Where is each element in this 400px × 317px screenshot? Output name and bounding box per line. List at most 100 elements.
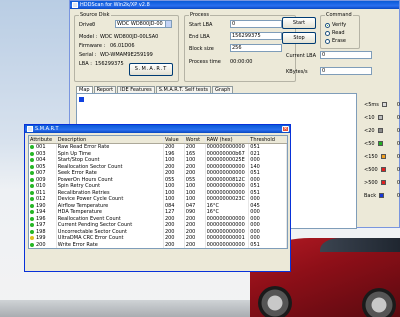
radio-icon bbox=[325, 38, 330, 44]
model-value: WDC WD800JD-00LSA0 bbox=[100, 34, 159, 40]
status-dot-icon bbox=[30, 184, 34, 189]
legend-row: <50 0 bbox=[364, 140, 400, 147]
legend-swatch bbox=[380, 167, 386, 172]
legend-label: <20 bbox=[364, 127, 375, 134]
column-header-threshold[interactable]: Threshold bbox=[249, 136, 287, 143]
threshold-cell: 051 bbox=[249, 241, 287, 248]
status-dot-icon bbox=[30, 190, 34, 195]
car-wheel bbox=[258, 286, 292, 317]
close-icon[interactable]: ✕ bbox=[282, 126, 289, 132]
process-group: Process Start LBA 0 End LBA 156299375 Bl… bbox=[184, 12, 296, 82]
worst-cell: 200 bbox=[185, 241, 206, 248]
status-dot-icon bbox=[30, 229, 34, 234]
block-size-input[interactable]: 256 bbox=[230, 44, 282, 52]
firmware-value: 06.01D06 bbox=[110, 43, 135, 49]
legend-label: Back bbox=[364, 192, 377, 199]
tab-smart-self-tests[interactable]: S.M.A.R.T. Self tests bbox=[155, 86, 212, 93]
stop-button[interactable]: Stop bbox=[282, 32, 316, 44]
serial-value: WD-WMAM9E259199 bbox=[100, 52, 153, 58]
legend-label: <500 bbox=[364, 166, 378, 173]
smart-button[interactable]: S.M.A.R.T bbox=[129, 63, 173, 76]
model-label: Model : bbox=[79, 34, 98, 40]
table-row[interactable]: 200 Write Error Rate 200 200 000000000000 051 bbox=[29, 241, 287, 248]
radio-selected-icon bbox=[325, 22, 330, 28]
legend-swatch bbox=[380, 180, 386, 185]
value-cell: 200 bbox=[164, 241, 185, 248]
end-lba-input[interactable]: 156299375 bbox=[230, 32, 282, 40]
process-time-label: Process time bbox=[189, 59, 221, 65]
verify-radio-label: Verify bbox=[332, 22, 347, 28]
main-window-title: HDDScan for Win2k/XP v2.8 bbox=[80, 2, 150, 8]
status-dot-icon bbox=[30, 203, 34, 208]
radio-icon bbox=[325, 30, 330, 36]
current-lba-label: Current LBA bbox=[286, 53, 317, 59]
legend-label: <50 bbox=[364, 140, 375, 147]
lba-value: 156299375 bbox=[95, 61, 124, 67]
legend-swatch bbox=[377, 141, 383, 146]
legend-swatch bbox=[377, 128, 383, 133]
legend-row: <5ms 0 bbox=[364, 101, 400, 108]
table-header-row: Attribute Description Value Worst RAW (h… bbox=[29, 136, 287, 144]
tab-graph[interactable]: Graph bbox=[212, 86, 234, 93]
status-dot-icon bbox=[30, 236, 34, 241]
background-pavement bbox=[0, 300, 250, 317]
hdd-app-icon bbox=[27, 126, 33, 132]
process-title: Process bbox=[189, 12, 210, 18]
read-radio-label: Read bbox=[332, 30, 345, 36]
column-header-value[interactable]: Value bbox=[164, 136, 185, 143]
car-window bbox=[320, 238, 400, 252]
column-header-worst[interactable]: Worst bbox=[185, 136, 206, 143]
erase-radio[interactable]: Erase bbox=[325, 38, 346, 44]
legend-row: <20 0 bbox=[364, 127, 400, 134]
legend-row: >500 0 bbox=[364, 179, 400, 186]
smart-attributes-table: Attribute Description Value Worst RAW (h… bbox=[28, 135, 288, 249]
drive-select[interactable]: WDC WD800JD-00 bbox=[115, 20, 172, 28]
tab-report[interactable]: Report bbox=[93, 86, 117, 93]
start-lba-input[interactable]: 0 bbox=[230, 20, 282, 28]
column-header-attribute[interactable]: Attribute bbox=[29, 136, 57, 143]
status-dot-icon bbox=[30, 151, 34, 156]
verify-radio[interactable]: Verify bbox=[325, 22, 346, 28]
legend-label: <10 bbox=[364, 114, 375, 121]
main-title-bar[interactable]: HDDScan for Win2k/XP v2.8 bbox=[70, 1, 399, 9]
status-dot-icon bbox=[30, 177, 34, 182]
status-dot-icon bbox=[30, 223, 34, 228]
status-dot-icon bbox=[30, 171, 34, 176]
chevron-down-icon[interactable] bbox=[165, 21, 171, 27]
legend-label: <5ms bbox=[364, 101, 379, 108]
legend-swatch bbox=[377, 115, 383, 120]
process-time-value: 00:00:00 bbox=[230, 59, 253, 65]
firmware-label: Firmware : bbox=[79, 43, 106, 49]
hdd-app-icon bbox=[72, 2, 78, 8]
read-radio[interactable]: Read bbox=[325, 30, 345, 36]
legend-swatch bbox=[379, 193, 385, 198]
kbytes-label: KBytes/s bbox=[286, 69, 308, 75]
lba-label: LBA : bbox=[79, 61, 92, 67]
smart-window: S.M.A.R.T ✕ Attribute Description Value … bbox=[24, 124, 291, 272]
car-wheel bbox=[362, 288, 396, 317]
smart-title-bar[interactable]: S.M.A.R.T ✕ bbox=[25, 125, 290, 133]
status-dot-icon bbox=[30, 197, 34, 202]
attribute-id: 200 bbox=[36, 241, 46, 248]
command-group: Command Verify Read Erase bbox=[320, 12, 360, 49]
serial-label: Serial : bbox=[79, 52, 97, 58]
map-block bbox=[79, 97, 84, 102]
smart-rows: 001 Raw Read Error Rate 200 200 000000000000… bbox=[29, 144, 287, 248]
start-lba-label: Start LBA bbox=[189, 22, 213, 28]
attribute-cell: 200 bbox=[29, 241, 57, 248]
status-dot-icon bbox=[30, 145, 34, 150]
tab-ide-features[interactable]: IDE Features bbox=[117, 86, 155, 93]
start-button[interactable]: Start bbox=[282, 17, 316, 29]
current-lba-field: 0 bbox=[320, 51, 372, 59]
drive-number: 0 bbox=[92, 22, 96, 28]
erase-radio-label: Erase bbox=[332, 38, 346, 44]
smart-window-title: S.M.A.R.T bbox=[35, 126, 59, 132]
column-header-description[interactable]: Description bbox=[57, 136, 164, 143]
legend-swatch bbox=[380, 154, 386, 159]
status-dot-icon bbox=[30, 242, 34, 247]
legend-swatch bbox=[381, 102, 387, 107]
legend-row: Back 0 bbox=[364, 192, 400, 199]
column-header-raw[interactable]: RAW (hex) bbox=[206, 136, 250, 143]
end-lba-label: End LBA bbox=[189, 34, 210, 40]
status-dot-icon bbox=[30, 158, 34, 163]
